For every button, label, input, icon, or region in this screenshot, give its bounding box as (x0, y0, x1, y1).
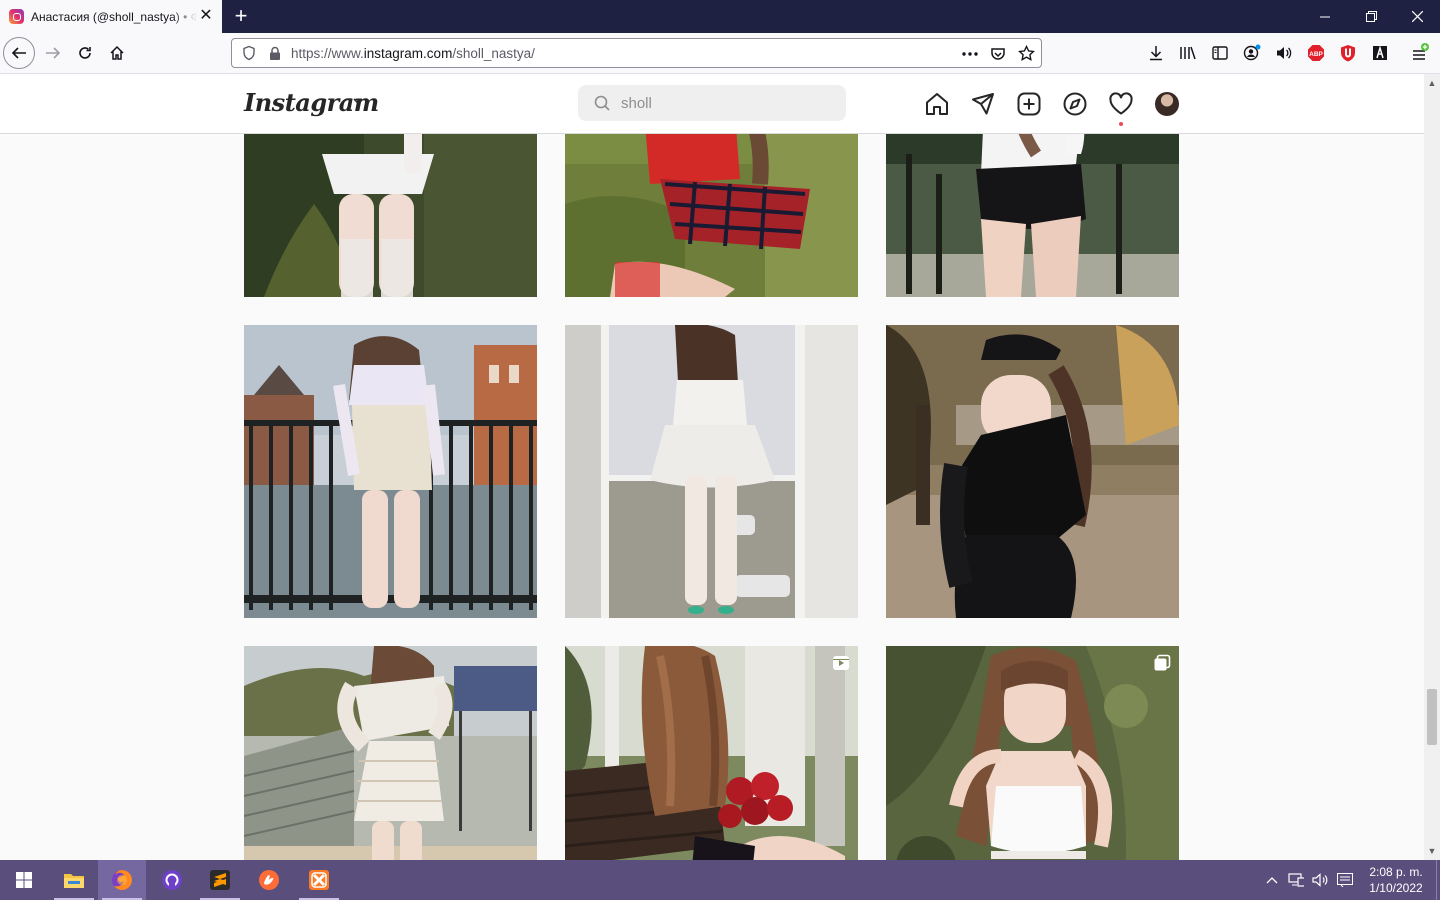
forward-button[interactable] (37, 37, 69, 69)
back-arrow-icon (11, 47, 26, 59)
post-8[interactable] (565, 646, 858, 860)
bookmark-star-icon[interactable] (1018, 45, 1035, 62)
windows-logo-icon (16, 872, 32, 888)
tab-instagram[interactable]: Анастасия (@sholl_nastya) • Фото и видео… (0, 0, 222, 33)
profile-avatar[interactable] (1155, 92, 1179, 116)
post-image (244, 134, 537, 297)
post-image (565, 325, 858, 618)
search-input[interactable]: sholl (578, 85, 846, 121)
pocket-icon[interactable] (990, 46, 1006, 62)
network-icon[interactable] (1288, 872, 1304, 888)
close-tab-icon[interactable]: ✕ (198, 8, 214, 24)
search-icon (594, 95, 610, 111)
nav-toolbar: https://www.instagram.com/sholl_nastya/ … (0, 33, 1440, 74)
sublime-text-icon[interactable] (196, 860, 244, 900)
downloads-icon[interactable] (1145, 42, 1167, 64)
lock-icon[interactable] (268, 46, 282, 61)
ublock-icon[interactable] (1337, 42, 1359, 64)
tray-chevron-up-icon[interactable] (1264, 872, 1280, 888)
firefox-icon[interactable] (98, 860, 146, 900)
scroll-up-icon[interactable]: ▲ (1427, 78, 1437, 88)
clock-time: 2:08 p. m. (1369, 865, 1423, 879)
instagram-header: Instagram sholl (0, 74, 1424, 134)
tab-title: Анастасия (@sholl_nastya) • Фото и видео… (31, 9, 197, 24)
video-icon (833, 656, 849, 670)
post-image (886, 646, 1179, 860)
menu-icon[interactable] (1409, 42, 1431, 64)
restore-icon[interactable] (1348, 0, 1394, 33)
post-5[interactable] (565, 325, 858, 618)
post-image (244, 646, 537, 860)
back-button[interactable] (3, 37, 35, 69)
notification-dot (1119, 122, 1123, 126)
forward-arrow-icon (46, 47, 61, 59)
github-desktop-icon[interactable] (148, 860, 196, 900)
post-image (886, 325, 1179, 618)
post-image (244, 325, 537, 618)
post-1[interactable] (244, 134, 537, 297)
close-window-icon[interactable] (1394, 0, 1440, 33)
scroll-down-icon[interactable]: ▼ (1427, 846, 1437, 856)
page-scrollbar[interactable]: ▲ ▼ (1424, 74, 1440, 860)
account-icon[interactable] (1241, 42, 1263, 64)
postman-icon[interactable] (245, 860, 293, 900)
post-3[interactable] (886, 134, 1179, 297)
chevron-down-icon[interactable] (352, 96, 364, 106)
tracking-shield-icon[interactable] (241, 45, 257, 61)
post-2[interactable] (565, 134, 858, 297)
clock-date: 1/10/2022 (1369, 881, 1423, 895)
url-text: https://www.instagram.com/sholl_nastya/ (291, 46, 535, 61)
explore-icon[interactable] (1062, 91, 1088, 117)
post-6[interactable] (886, 325, 1179, 618)
instagram-favicon-icon (9, 9, 24, 24)
post-image (565, 134, 858, 297)
minimize-icon[interactable] (1302, 0, 1348, 33)
home-button[interactable] (101, 37, 133, 69)
direct-icon[interactable] (970, 91, 996, 117)
volume-icon[interactable] (1312, 872, 1328, 888)
keyboard-input-icon[interactable] (1337, 872, 1353, 888)
home-icon[interactable] (924, 91, 950, 117)
tab-strip: Анастасия (@sholl_nastya) • Фото и видео… (0, 0, 1440, 33)
url-bar[interactable]: https://www.instagram.com/sholl_nastya/ (231, 38, 1042, 68)
library-icon[interactable] (1177, 42, 1199, 64)
profile-grid (0, 134, 1424, 860)
sidebar-icon[interactable] (1209, 42, 1231, 64)
speaker-icon[interactable] (1273, 42, 1295, 64)
extension-icon[interactable] (1369, 42, 1391, 64)
show-desktop-button[interactable] (1436, 860, 1440, 900)
activity-heart-icon[interactable] (1108, 91, 1134, 117)
new-tab-icon[interactable]: + (230, 5, 252, 27)
clock[interactable]: 2:08 p. m. 1/10/2022 (1358, 864, 1434, 896)
search-value: sholl (621, 95, 652, 112)
page-actions-icon[interactable] (962, 52, 978, 56)
new-post-icon[interactable] (1016, 91, 1042, 117)
reload-button[interactable] (69, 37, 101, 69)
home-icon (110, 45, 124, 60)
post-9[interactable] (886, 646, 1179, 860)
post-image (565, 646, 858, 860)
reload-icon (79, 47, 91, 59)
post-4[interactable] (244, 325, 537, 618)
post-image (886, 134, 1179, 297)
adblock-plus-icon[interactable]: ABP (1305, 42, 1327, 64)
taskbar: 2:08 p. m. 1/10/2022 (0, 860, 1440, 900)
xampp-icon[interactable] (295, 860, 343, 900)
file-explorer-icon[interactable] (50, 860, 98, 900)
start-button[interactable] (0, 860, 48, 900)
carousel-icon (1154, 654, 1171, 671)
scroll-thumb[interactable] (1427, 689, 1437, 745)
post-7[interactable] (244, 646, 537, 860)
svg-text:ABP: ABP (1309, 51, 1323, 58)
